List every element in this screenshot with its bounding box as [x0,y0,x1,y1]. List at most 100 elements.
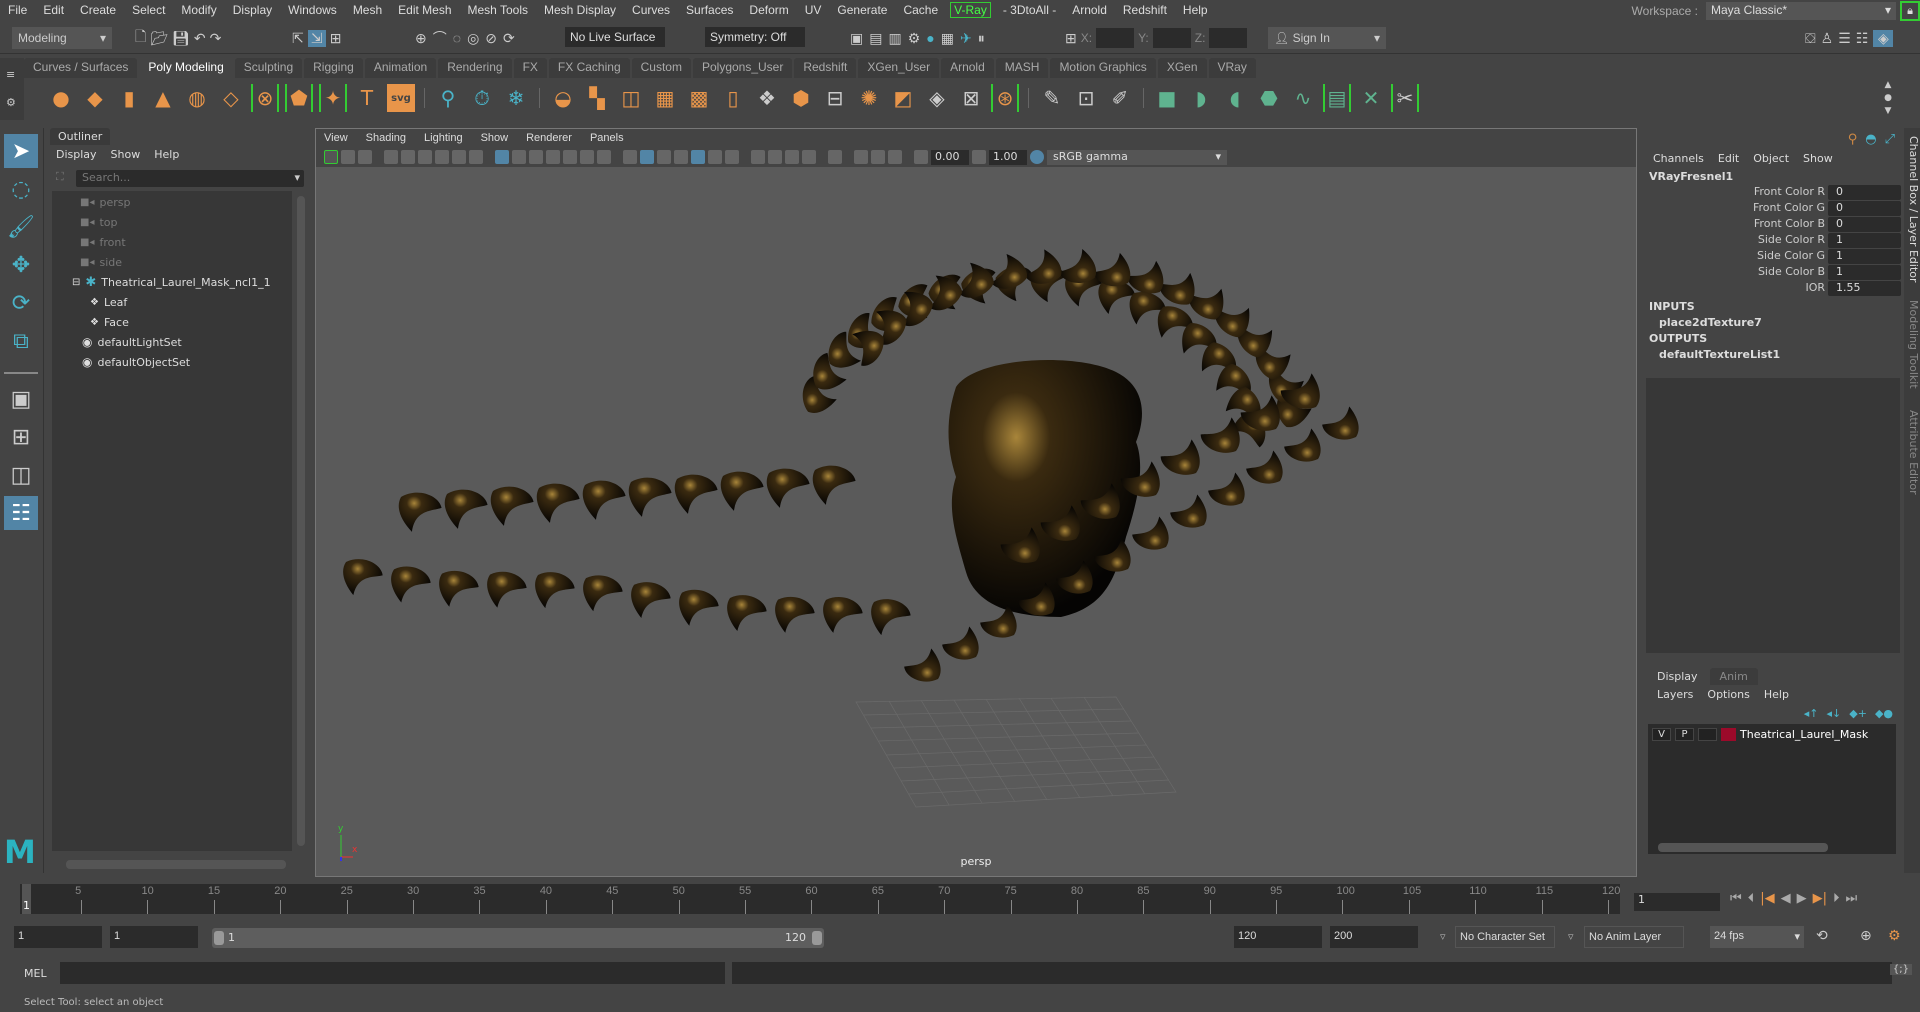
output-node[interactable]: defaultTextureList1 [1659,348,1780,361]
menu-arnold[interactable]: Arnold [1064,3,1115,17]
svg-icon[interactable]: svg [387,84,415,112]
shelf-tab-rigging[interactable]: Rigging [304,58,363,78]
speed-icon[interactable]: ◓ [1865,132,1876,147]
symmetry-dropdown[interactable]: Symmetry: Off [705,27,805,47]
single-perspective-layout-button[interactable]: ▣ [4,382,38,416]
snap-surface-icon[interactable]: ⟳ [503,30,515,47]
channel-box-icon[interactable]: ◈ [1873,29,1894,47]
new-scene-icon[interactable]: 🗋︎ [135,26,146,50]
viewport-menu-lighting[interactable]: Lighting [424,132,463,144]
isolate-select-icon[interactable] [828,150,842,164]
paint-select-tool-button[interactable]: 🖌︎ [4,210,38,244]
outliner-menu-display[interactable]: Display [56,148,97,161]
automatic-mapping-icon[interactable]: ⬣ [1255,84,1283,112]
playback-end-field[interactable]: 120 [1234,926,1322,948]
poly-sphere-icon[interactable]: ● [47,84,75,112]
target-weld-icon[interactable]: ⊠ [957,84,985,112]
outliner-item-face[interactable]: ❖ Face [90,313,129,331]
anti-aliasing-icon[interactable] [785,150,799,164]
offset-edge-loop-icon[interactable]: ✐ [1106,84,1134,112]
render-frame-icon[interactable]: ▣ [850,30,863,47]
poly-cone-icon[interactable]: ▲ [149,84,177,112]
sew-uv-icon[interactable]: ✂ [1391,84,1419,112]
layer-menu-help[interactable]: Help [1764,688,1789,701]
viewport-scene[interactable]: y x [316,167,1636,877]
fps-dropdown[interactable]: 24 fps ▾ [1710,926,1804,948]
character-set-dropdown[interactable]: No Character Set [1455,926,1555,948]
select-component-icon[interactable]: ⊞ [330,30,342,47]
hud-icon[interactable] [597,150,611,164]
insert-edge-loop-icon[interactable]: ⊡ [1072,84,1100,112]
uv-editor-icon[interactable]: ▤ [1323,84,1351,112]
go-to-end-button[interactable]: ⏭︎ [1845,891,1857,906]
move-layer-down-icon[interactable]: ◂↓ [1827,707,1842,720]
menu-display[interactable]: Display [225,3,280,17]
playback-start-field[interactable]: 1 [110,926,198,948]
safe-title-icon[interactable] [580,150,594,164]
quad-draw-icon[interactable]: ⊛ [991,84,1019,112]
shelf-tab-motion-graphics[interactable]: Motion Graphics [1050,58,1156,78]
gamma-icon[interactable] [972,150,986,164]
shelf-tab-arnold[interactable]: Arnold [941,58,994,78]
use-all-lights-icon[interactable] [708,150,722,164]
bevel-icon[interactable]: ⬢ [787,84,815,112]
center-pivot-icon[interactable]: ❄ [502,84,530,112]
manipulator-icon[interactable]: ⚲ [1848,132,1858,147]
channel-menu-channels[interactable]: Channels [1653,152,1704,165]
auto-key-icon[interactable]: ⊕ [1860,928,1872,944]
transform-mode-icon[interactable]: ⊞ [1065,30,1077,47]
menu-edit[interactable]: Edit [35,3,72,17]
smooth-icon[interactable]: ▦ [651,84,679,112]
menu-select[interactable]: Select [124,3,173,17]
menu-file[interactable]: File [0,3,35,17]
shadows-icon[interactable] [725,150,739,164]
menu-generate[interactable]: Generate [829,3,895,17]
ipr-render-icon[interactable]: ▥ [888,30,901,47]
2d-pan-zoom-icon[interactable] [401,150,415,164]
new-empty-layer-icon[interactable]: ◆+ [1849,707,1867,720]
cylindrical-mapping-icon[interactable]: ◗ [1187,84,1215,112]
current-frame-field[interactable]: 1 [1634,893,1720,911]
wireframe-icon[interactable] [623,150,637,164]
time-slider[interactable]: 1 5 10 15 20 25 30 35 40 45 50 55 60 65 70 75 80 85 90 95 1… [20,884,1620,914]
super-shape-icon[interactable]: ✦ [319,84,347,112]
xray-joints-icon[interactable] [888,150,902,164]
x-field[interactable] [1096,28,1135,48]
outliner-item-leaf[interactable]: ❖ Leaf [90,293,127,311]
menu-deform[interactable]: Deform [741,3,796,17]
resolution-gate-icon[interactable] [469,150,483,164]
live-surface-field[interactable]: No Live Surface [565,27,665,47]
step-forward-key-button[interactable]: ▶| [1813,891,1827,906]
range-slider[interactable]: 1 120 [212,928,824,948]
bridge-edge-icon[interactable]: ⊟ [821,84,849,112]
menu-3dtoall[interactable]: - 3DtoAll - [995,3,1064,17]
gate-mask-icon[interactable] [529,150,543,164]
poly-cube-icon[interactable]: ◆ [81,84,109,112]
snap-curve-icon[interactable]: ⌒ [433,28,447,48]
range-start-handle[interactable] [214,931,224,945]
shelf-tab-curves-surfaces[interactable]: Curves / Surfaces [24,58,138,78]
shelf-tab-animation[interactable]: Animation [364,58,437,78]
persp-outliner-layout-button[interactable]: ◫ [4,458,38,492]
input-node[interactable]: place2dTexture7 [1659,316,1762,329]
spherical-mapping-icon[interactable]: ◖ [1221,84,1249,112]
camera-attributes-icon[interactable] [341,150,355,164]
shelf-tab-fx[interactable]: FX [513,58,547,78]
open-scene-icon[interactable]: 📂︎ [150,30,168,47]
outliner-search-input[interactable]: Search... ▾ [76,170,304,187]
outliner-tab[interactable]: Outliner [50,128,111,145]
save-scene-icon[interactable]: 💾︎ [172,30,190,47]
modeling-toolkit-icon[interactable]: ⛋ [1805,30,1816,47]
step-back-key-button[interactable]: |◀ [1760,891,1774,906]
loop-icon[interactable]: ⟲ [1816,928,1828,944]
y-field[interactable] [1152,28,1191,48]
film-gate-toggle-icon[interactable] [512,150,526,164]
select-camera-icon[interactable] [324,150,338,164]
layer-display-type-toggle[interactable] [1698,728,1717,741]
cut-uv-icon[interactable]: ✕ [1357,84,1385,112]
hyper-shade-icon[interactable]: ⤢ [1885,132,1895,147]
menu-set-dropdown[interactable]: Modeling ▾ [12,27,112,49]
viewport-menu-panels[interactable]: Panels [590,132,624,144]
viewport-menu-shading[interactable]: Shading [366,132,406,144]
combine-icon[interactable]: ◒ [549,84,577,112]
